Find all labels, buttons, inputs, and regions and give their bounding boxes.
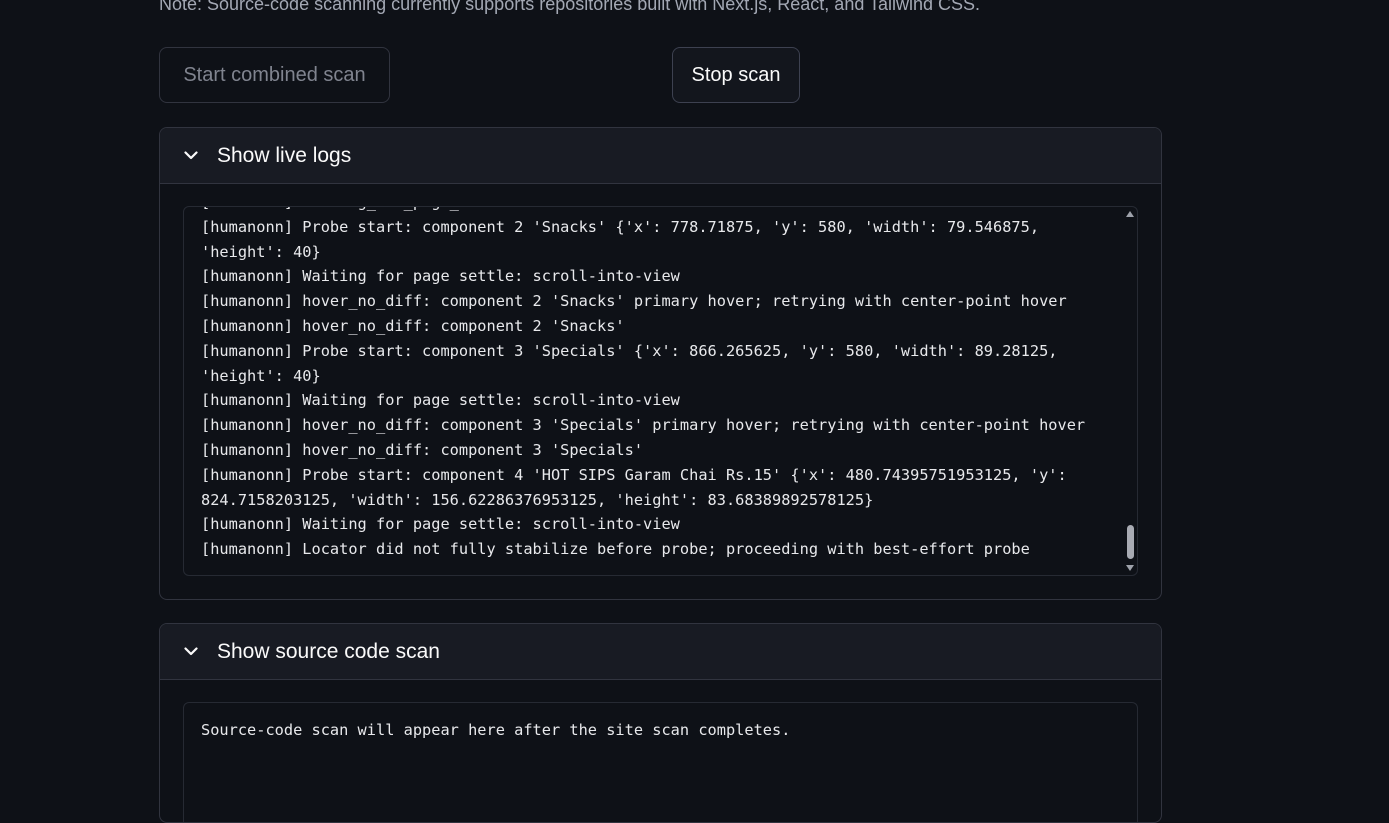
scroll-down-arrow-icon[interactable] — [1126, 565, 1134, 571]
stop-scan-button[interactable]: Stop scan — [672, 47, 800, 103]
start-combined-scan-button[interactable]: Start combined scan — [159, 47, 390, 103]
start-combined-scan-label: Start combined scan — [183, 63, 366, 86]
chevron-down-icon — [183, 644, 199, 660]
log-line: [humanonn] Waiting for page settle: scro… — [201, 267, 680, 286]
log-line: [humanonn] hover_no_diff: component 2 'S… — [201, 292, 1067, 311]
source-code-scan-output[interactable]: Source-code scan will appear here after … — [183, 702, 1138, 822]
log-line: [humanonn] Locator did not fully stabili… — [201, 540, 1030, 559]
log-line: [humanonn] Waiting for page settle: scro… — [201, 391, 680, 410]
live-logs-toggle[interactable]: Show live logs — [160, 128, 1161, 184]
chevron-down-icon — [183, 148, 199, 164]
log-scrollbar[interactable] — [1121, 207, 1137, 575]
source-code-scan-toggle[interactable]: Show source code scan — [160, 624, 1161, 680]
log-line: [humanonn] hover_no_diff: component 2 'S… — [201, 316, 625, 335]
log-lines: [humanonn] Waiting_for_page_settle: scro… — [201, 207, 1107, 562]
source-code-scan-placeholder: Source-code scan will appear here after … — [201, 721, 791, 739]
live-logs-output[interactable]: [humanonn] Waiting_for_page_settle: scro… — [183, 206, 1138, 576]
source-scan-note: Note: Source-code scanning currently sup… — [159, 0, 981, 14]
log-line: [humanonn] hover_no_diff: component 3 'S… — [201, 416, 1086, 435]
log-line: [humanonn] Waiting for page settle: scro… — [201, 515, 680, 534]
scrollbar-thumb[interactable] — [1127, 525, 1134, 559]
log-line: [humanonn] hover_no_diff: component 3 'S… — [201, 440, 644, 459]
source-code-scan-title: Show source code scan — [217, 639, 440, 663]
log-line: [humanonn] Probe start: component 3 'Spe… — [201, 341, 1067, 385]
scroll-up-arrow-icon[interactable] — [1126, 211, 1134, 217]
stop-scan-label: Stop scan — [691, 63, 781, 86]
live-logs-expander: Show live logs [humanonn] Waiting_for_pa… — [159, 127, 1162, 600]
source-code-scan-expander: Show source code scan Source-code scan w… — [159, 623, 1162, 823]
live-logs-title: Show live logs — [217, 143, 352, 167]
log-line: [humanonn] Probe start: component 4 'HOT… — [201, 465, 1076, 509]
log-line: [humanonn] Probe start: component 2 'Sna… — [201, 217, 1049, 261]
log-line: [humanonn] Waiting_for_page_settle: scro… — [201, 207, 1107, 215]
